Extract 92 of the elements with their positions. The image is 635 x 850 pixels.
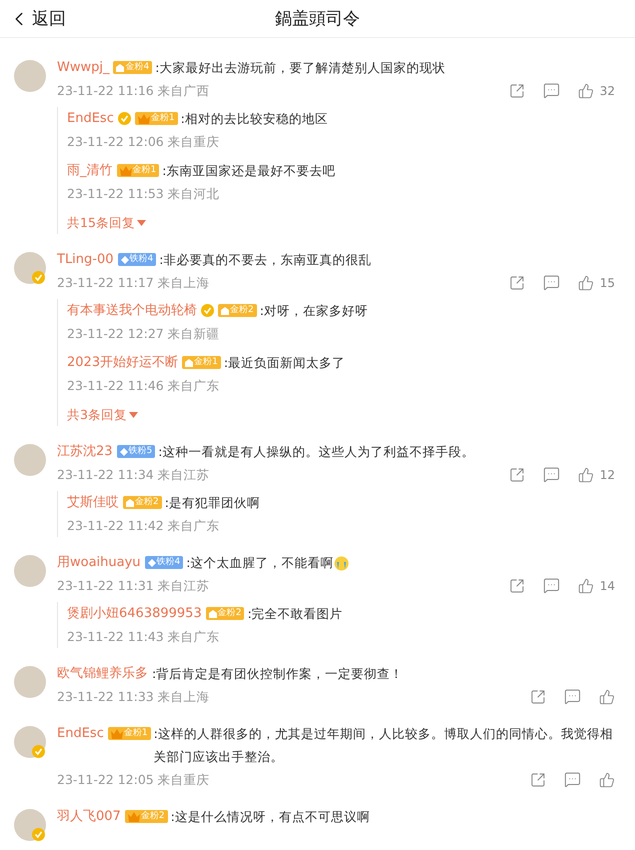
comment-text: :非必要真的不要去，东南亚真的很乱	[159, 251, 372, 269]
fan-badge: 金粉1	[134, 112, 178, 125]
fan-badge: 金粉1	[182, 356, 221, 369]
user-name[interactable]: 用woaihuayu	[57, 551, 141, 574]
share-icon	[508, 466, 525, 482]
comment-text: :这样的人群很多的，尤其是过年期间，人比较多。博取人们的同情心。我觉得相关部门应该出手整治。	[154, 725, 614, 766]
user-name[interactable]: 2023开始好运不断	[67, 351, 178, 374]
user-name[interactable]: 江苏沈23	[57, 440, 113, 463]
comment-time: 23-11-22 12:06 来自重庆	[67, 133, 220, 151]
page-title: 鍋盖頭司令	[274, 8, 361, 30]
comment-time: 23-11-22 11:33 来自上海	[57, 688, 210, 706]
share-button[interactable]	[508, 274, 525, 290]
fan-badge: 金粉2	[123, 496, 162, 509]
fan-badge: 铁粉4	[144, 556, 184, 569]
comment-icon	[542, 466, 560, 483]
user-name[interactable]: 欧气锦鲤养乐多	[57, 662, 148, 685]
caret-icon	[128, 412, 138, 418]
comment-time: 23-11-22 12:05 来自重庆	[57, 771, 210, 789]
share-icon	[508, 578, 525, 594]
comment-time: 23-11-22 11:31 来自江苏	[57, 577, 210, 595]
comment-time: 23-11-22 12:27 来自新疆	[67, 325, 220, 343]
share-button[interactable]	[508, 578, 525, 594]
reply-button[interactable]	[564, 688, 581, 705]
thumbs-up-icon	[578, 466, 594, 482]
fan-badge: 金粉2	[124, 810, 168, 823]
fan-badge: 金粉2	[218, 304, 257, 317]
comment-time: 23-11-22 11:46 来自广东	[67, 377, 220, 395]
comment-time: 23-11-22 11:53 来自河北	[67, 185, 220, 203]
user-name[interactable]: Wwwpj_	[57, 56, 110, 79]
comment-icon	[542, 274, 560, 291]
comment-time: 23-11-22 11:17 来自上海	[57, 274, 210, 292]
thumbs-up-icon	[599, 772, 615, 788]
user-name[interactable]: EndEsc	[67, 107, 114, 130]
reply-button[interactable]	[542, 82, 560, 99]
comment-text: :相对的去比较安稳的地区	[180, 110, 328, 128]
more-replies-link[interactable]: 共15条回复	[67, 211, 146, 234]
user-name[interactable]: TLing-00	[57, 248, 114, 271]
user-name[interactable]: 有本事送我个电动轮椅	[67, 299, 197, 322]
fan-badge: 铁粉4	[118, 253, 156, 266]
comment-text: :东南亚国家还是最好不要去吧	[162, 162, 336, 180]
comment-time: 23-11-22 11:43 来自广东	[67, 628, 220, 646]
fan-badge: 金粉1	[116, 164, 160, 177]
comment-time: 23-11-22 11:34 来自江苏	[57, 466, 210, 484]
fan-badge: 金粉2	[206, 607, 244, 620]
fan-badge: 金粉1	[108, 727, 151, 740]
comment-text: :这是什么情况呀，有点不可思议啊	[170, 808, 370, 826]
comment-time: 23-11-22 11:16 来自广西	[57, 82, 210, 100]
more-replies-link[interactable]: 共3条回复	[67, 403, 138, 426]
share-button[interactable]	[530, 772, 546, 788]
comment-text: :最近负面新闻太多了	[224, 354, 346, 372]
share-button[interactable]	[530, 688, 546, 704]
fan-badge: 金粉4	[113, 61, 152, 74]
share-button[interactable]	[508, 82, 525, 98]
comment-icon	[542, 577, 560, 594]
comment-icon	[542, 82, 560, 99]
comment-text: :对呀，在家多好呀	[260, 302, 368, 320]
like-button[interactable]: 15	[578, 274, 615, 290]
like-button[interactable]	[599, 688, 615, 704]
like-button[interactable]	[599, 772, 615, 788]
back-button[interactable]: 返回	[0, 7, 66, 30]
comment-text: :背后肯定是有团伙控制作案，一定要彻查！	[152, 665, 404, 683]
share-icon	[530, 772, 546, 788]
comment-icon	[564, 771, 581, 788]
share-icon	[508, 82, 525, 98]
comment-text: :完全不敢看图片	[247, 605, 343, 623]
caret-icon	[136, 220, 146, 226]
comment-text: :大家最好出去游玩前，要了解清楚别人国家的现状	[155, 59, 446, 77]
comment-icon	[564, 688, 581, 705]
comment-text: :是有犯罪团伙啊	[164, 494, 260, 512]
user-name[interactable]: EndEsc	[57, 722, 104, 745]
reply-button[interactable]	[542, 466, 560, 483]
like-button[interactable]: 14	[578, 578, 615, 594]
thumbs-up-icon	[578, 82, 594, 98]
reply-button[interactable]	[542, 274, 560, 291]
share-button[interactable]	[508, 466, 525, 482]
share-icon	[508, 274, 525, 290]
like-button[interactable]: 12	[578, 466, 615, 482]
thumbs-up-icon	[599, 688, 615, 704]
comment-text: :这种一看就是有人操纵的。这些人为了利益不择手段。	[158, 443, 474, 461]
comment-time: 23-11-22 11:42 来自广东	[67, 517, 220, 535]
fan-badge: 铁粉5	[116, 445, 156, 458]
reply-button[interactable]	[564, 771, 581, 788]
user-name[interactable]: 艾斯佳哎	[67, 491, 119, 514]
reply-button[interactable]	[542, 577, 560, 594]
thumbs-up-icon	[578, 274, 594, 290]
user-name[interactable]: 雨_清竹	[67, 159, 112, 182]
share-icon	[530, 688, 546, 704]
comment-text: :这个太血腥了，不能看啊	[186, 554, 334, 572]
user-name[interactable]: 羽人飞007	[57, 805, 121, 828]
thumbs-up-icon	[578, 578, 594, 594]
user-name[interactable]: 煲剧小妞6463899953	[67, 602, 202, 625]
like-button[interactable]: 32	[578, 82, 615, 98]
